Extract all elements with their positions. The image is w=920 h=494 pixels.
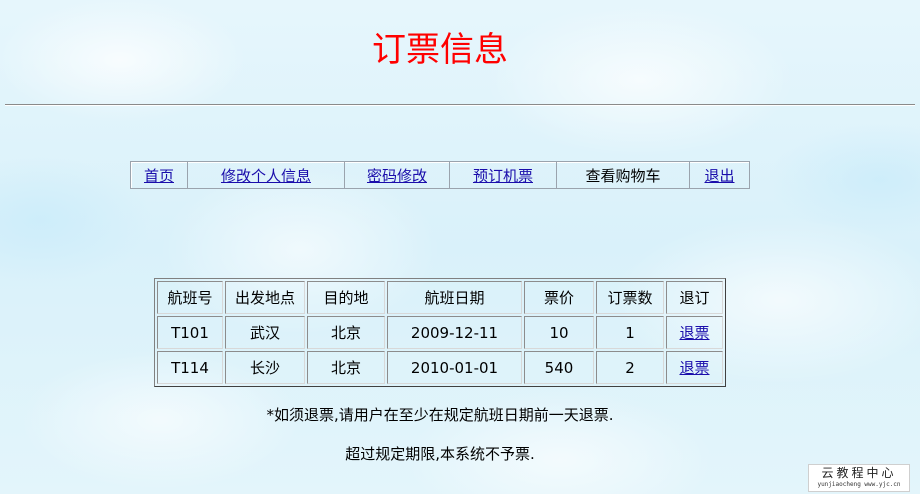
refund-link[interactable]: 退票 — [679, 359, 709, 377]
nav-bar: 首页 修改个人信息 密码修改 预订机票 查看购物车 退出 — [130, 161, 750, 189]
cell-ticket-count: 2 — [596, 351, 664, 384]
nav-link-home[interactable]: 首页 — [144, 167, 174, 185]
cell-departure: 武汉 — [225, 316, 305, 349]
cell-destination: 北京 — [307, 351, 385, 384]
watermark-logo: 云教程中心 yunjiaocheng www.yjc.cn — [808, 464, 910, 492]
nav-link-edit-profile[interactable]: 修改个人信息 — [221, 167, 311, 185]
cell-flight-date: 2009-12-11 — [387, 316, 522, 349]
nav-label-view-cart: 查看购物车 — [585, 166, 661, 185]
header-ticket-count: 订票数 — [596, 281, 664, 314]
cell-cancel: 退票 — [666, 316, 723, 349]
nav-item-change-password: 密码修改 — [344, 162, 449, 188]
page-title: 订票信息 — [372, 30, 508, 70]
cell-price: 10 — [524, 316, 594, 349]
header-flight-date: 航班日期 — [387, 281, 522, 314]
watermark-subtitle: yunjiaocheng www.yjc.cn — [817, 481, 901, 488]
header-price: 票价 — [524, 281, 594, 314]
nav-item-view-cart: 查看购物车 — [556, 162, 689, 188]
table-row: T114 长沙 北京 2010-01-01 540 2 退票 — [157, 351, 723, 384]
table-header-row: 航班号 出发地点 目的地 航班日期 票价 订票数 退订 — [157, 281, 723, 314]
header-destination: 目的地 — [307, 281, 385, 314]
cell-flight-date: 2010-01-01 — [387, 351, 522, 384]
refund-notice: *如须退票,请用户在至少在规定航班日期前一天退票. — [266, 406, 614, 424]
nav-item-edit-profile: 修改个人信息 — [187, 162, 344, 188]
cell-price: 540 — [524, 351, 594, 384]
cell-flight-no: T114 — [157, 351, 223, 384]
booking-table: 航班号 出发地点 目的地 航班日期 票价 订票数 退订 T101 武汉 北京 2… — [154, 278, 726, 387]
watermark-title: 云教程中心 — [821, 466, 897, 480]
refund-link[interactable]: 退票 — [679, 324, 709, 342]
cell-destination: 北京 — [307, 316, 385, 349]
title-divider — [5, 104, 915, 106]
nav-link-book-ticket[interactable]: 预订机票 — [473, 167, 533, 185]
table-row: T101 武汉 北京 2009-12-11 10 1 退票 — [157, 316, 723, 349]
cell-flight-no: T101 — [157, 316, 223, 349]
header-cancel: 退订 — [666, 281, 723, 314]
cell-ticket-count: 1 — [596, 316, 664, 349]
header-departure: 出发地点 — [225, 281, 305, 314]
nav-link-logout[interactable]: 退出 — [704, 167, 734, 185]
nav-item-book-ticket: 预订机票 — [449, 162, 556, 188]
header-flight-no: 航班号 — [157, 281, 223, 314]
nav-link-change-password[interactable]: 密码修改 — [367, 167, 427, 185]
cell-cancel: 退票 — [666, 351, 723, 384]
nav-item-home: 首页 — [131, 162, 187, 188]
nav-item-logout: 退出 — [689, 162, 749, 188]
deadline-notice: 超过规定期限,本系统不予票. — [345, 445, 535, 463]
cell-departure: 长沙 — [225, 351, 305, 384]
